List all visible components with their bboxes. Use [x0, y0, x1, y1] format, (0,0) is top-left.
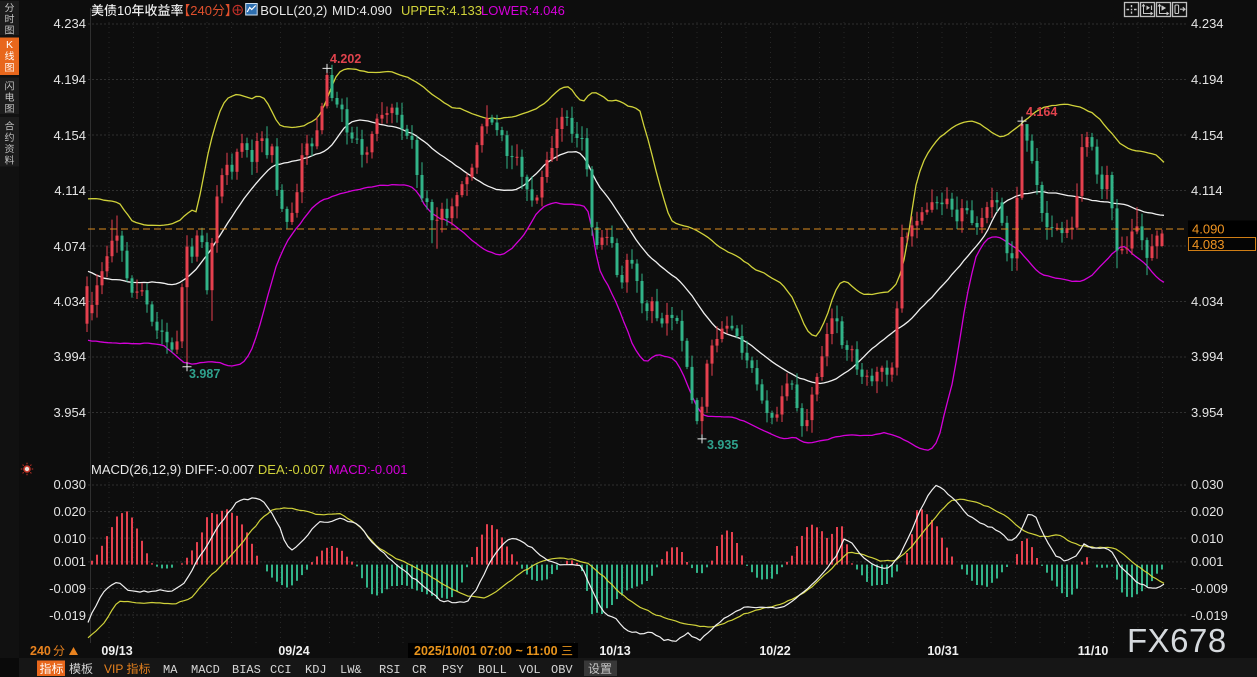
svg-text:10/31: 10/31	[927, 644, 958, 658]
svg-text:10/13: 10/13	[599, 644, 630, 658]
svg-text:4.074: 4.074	[53, 239, 86, 254]
svg-text:4.194: 4.194	[53, 72, 86, 87]
svg-text:MID:4.090: MID:4.090	[332, 3, 392, 18]
svg-text:BOLL: BOLL	[478, 663, 507, 677]
svg-text:0.030: 0.030	[1191, 477, 1224, 492]
svg-text:4.114: 4.114	[54, 183, 86, 198]
svg-text:UPPER:4.133: UPPER:4.133	[401, 3, 482, 18]
svg-text:4.083: 4.083	[1192, 237, 1225, 252]
svg-text:4.234: 4.234	[1191, 16, 1224, 31]
svg-text:4.154: 4.154	[53, 128, 86, 143]
svg-text:MACD: MACD	[191, 663, 220, 677]
svg-text:KDJ: KDJ	[305, 663, 327, 677]
svg-text:11/10: 11/10	[1078, 644, 1109, 658]
svg-text:PSY: PSY	[442, 663, 464, 677]
svg-text:4.034: 4.034	[53, 294, 86, 309]
svg-text:4.202: 4.202	[330, 52, 361, 66]
svg-text:0.010: 0.010	[53, 531, 86, 546]
svg-text:09/24: 09/24	[278, 644, 309, 658]
svg-text:0.020: 0.020	[1191, 504, 1224, 519]
svg-text:3.954: 3.954	[53, 405, 86, 420]
svg-text:3.954: 3.954	[1191, 405, 1224, 420]
svg-text:-0.009: -0.009	[49, 581, 86, 596]
svg-text:4.164: 4.164	[1026, 105, 1057, 119]
svg-text:240: 240	[190, 3, 212, 18]
svg-text:-0.009: -0.009	[1191, 581, 1228, 596]
svg-text:VIP: VIP	[104, 662, 123, 676]
svg-text:4.114: 4.114	[1191, 183, 1223, 198]
svg-text:BOLL(20,2): BOLL(20,2)	[260, 3, 327, 18]
svg-text:0.010: 0.010	[1191, 531, 1224, 546]
svg-text:3.994: 3.994	[1191, 349, 1224, 364]
svg-text:CR: CR	[412, 663, 426, 677]
svg-text:4.234: 4.234	[53, 16, 86, 31]
svg-text:10: 10	[117, 3, 131, 18]
svg-text:240: 240	[30, 644, 51, 658]
svg-text:-0.019: -0.019	[49, 608, 86, 623]
svg-text:MA: MA	[163, 663, 178, 677]
svg-text:0.001: 0.001	[53, 554, 86, 569]
svg-text:3.987: 3.987	[189, 367, 220, 381]
svg-text:0.020: 0.020	[53, 504, 86, 519]
svg-text:BIAS: BIAS	[232, 663, 261, 677]
svg-text:LW&: LW&	[340, 663, 362, 677]
svg-text:4.194: 4.194	[1191, 72, 1224, 87]
svg-text:0.001: 0.001	[1191, 554, 1224, 569]
svg-text:-0.019: -0.019	[1191, 608, 1228, 623]
svg-text:LOWER:4.046: LOWER:4.046	[481, 3, 565, 18]
svg-text:CCI: CCI	[270, 663, 292, 677]
svg-text:10/22: 10/22	[759, 644, 790, 658]
svg-text:4.034: 4.034	[1191, 294, 1224, 309]
svg-text:RSI: RSI	[379, 663, 401, 677]
svg-text:VOL: VOL	[519, 663, 541, 677]
svg-text:K: K	[6, 39, 13, 51]
svg-text:FX678: FX678	[1127, 622, 1227, 659]
svg-text:4.090: 4.090	[1192, 222, 1225, 237]
svg-text:MACD(26,12,9) DIFF:-0.007 DE: MACD(26,12,9) DIFF:-0.007 DEA:-0.007 MAC…	[91, 462, 407, 477]
svg-text:3.935: 3.935	[707, 438, 738, 452]
svg-text:2025/10/01 07:00 ~ 11:00: 2025/10/01 07:00 ~ 11:00	[414, 644, 558, 658]
svg-text:OBV: OBV	[551, 663, 573, 677]
svg-text:0.030: 0.030	[53, 477, 86, 492]
svg-text:3.994: 3.994	[53, 349, 86, 364]
svg-text:09/13: 09/13	[101, 644, 132, 658]
svg-text:4.154: 4.154	[1191, 128, 1224, 143]
